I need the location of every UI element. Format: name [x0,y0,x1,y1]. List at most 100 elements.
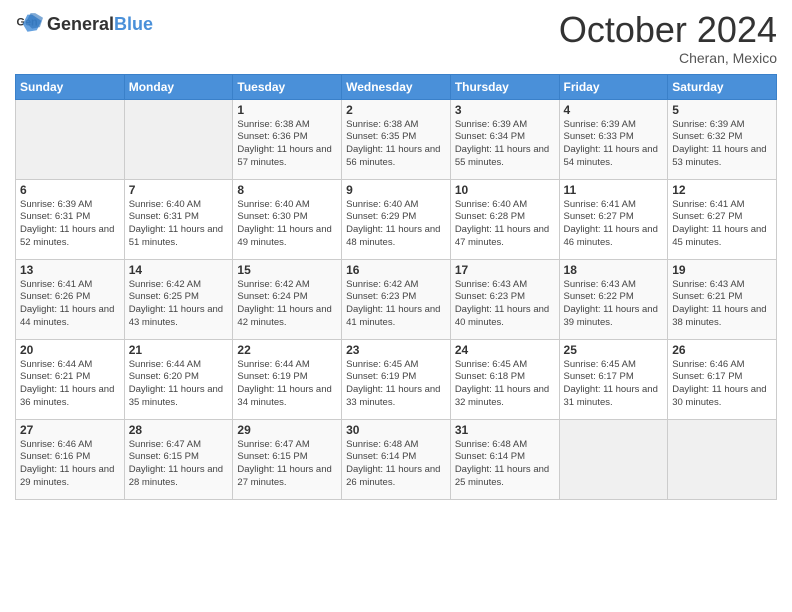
calendar-cell: 23 Sunrise: 6:45 AMSunset: 6:19 PMDayligh… [342,339,451,419]
day-info: Sunrise: 6:48 AMSunset: 6:14 PMDaylight:… [455,439,555,490]
calendar-week-row: 13 Sunrise: 6:41 AMSunset: 6:26 PMDayligh… [16,259,777,339]
day-info: Sunrise: 6:42 AMSunset: 6:24 PMDaylight:… [237,279,337,330]
day-info: Sunrise: 6:45 AMSunset: 6:18 PMDaylight:… [455,359,555,410]
calendar-cell: 4 Sunrise: 6:39 AMSunset: 6:33 PMDaylight… [559,99,668,179]
calendar-cell: 11 Sunrise: 6:41 AMSunset: 6:27 PMDayligh… [559,179,668,259]
day-number: 6 [20,183,120,197]
day-number: 8 [237,183,337,197]
calendar-cell [124,99,233,179]
calendar-cell: 5 Sunrise: 6:39 AMSunset: 6:32 PMDaylight… [668,99,777,179]
day-header-wednesday: Wednesday [342,74,451,99]
calendar-week-row: 1 Sunrise: 6:38 AMSunset: 6:36 PMDaylight… [16,99,777,179]
day-info: Sunrise: 6:39 AMSunset: 6:32 PMDaylight:… [672,119,772,170]
calendar-cell: 30Sunrise: 6:48 AMSunset: 6:14 PMDayligh… [342,419,451,499]
day-info: Sunrise: 6:46 AMSunset: 6:16 PMDaylight:… [20,439,120,490]
day-number: 27 [20,423,120,437]
day-number: 31 [455,423,555,437]
day-number: 20 [20,343,120,357]
day-info: Sunrise: 6:45 AMSunset: 6:17 PMDaylight:… [564,359,664,410]
day-info: Sunrise: 6:41 AMSunset: 6:27 PMDaylight:… [672,199,772,250]
calendar-cell: 25Sunrise: 6:45 AMSunset: 6:17 PMDayligh… [559,339,668,419]
day-info: Sunrise: 6:38 AMSunset: 6:35 PMDaylight:… [346,119,446,170]
day-info: Sunrise: 6:45 AMSunset: 6:19 PMDaylight:… [346,359,446,410]
day-header-monday: Monday [124,74,233,99]
day-info: Sunrise: 6:43 AMSunset: 6:23 PMDaylight:… [455,279,555,330]
day-number: 5 [672,103,772,117]
day-number: 21 [129,343,229,357]
calendar-cell: 19 Sunrise: 6:43 AMSunset: 6:21 PMDayligh… [668,259,777,339]
day-info: Sunrise: 6:47 AMSunset: 6:15 PMDaylight:… [237,439,337,490]
day-info: Sunrise: 6:41 AMSunset: 6:27 PMDaylight:… [564,199,664,250]
calendar-cell: 3 Sunrise: 6:39 AMSunset: 6:34 PMDaylight… [450,99,559,179]
calendar-table: SundayMondayTuesdayWednesdayThursdayFrid… [15,74,777,500]
day-header-saturday: Saturday [668,74,777,99]
day-number: 9 [346,183,446,197]
logo-general: GeneralBlue [47,15,153,33]
day-info: Sunrise: 6:41 AMSunset: 6:26 PMDaylight:… [20,279,120,330]
day-header-friday: Friday [559,74,668,99]
day-info: Sunrise: 6:43 AMSunset: 6:22 PMDaylight:… [564,279,664,330]
calendar-cell: 31 Sunrise: 6:48 AMSunset: 6:14 PMDayligh… [450,419,559,499]
calendar-header-row: SundayMondayTuesdayWednesdayThursdayFrid… [16,74,777,99]
calendar-cell: 2 Sunrise: 6:38 AMSunset: 6:35 PMDaylight… [342,99,451,179]
calendar-cell: 9 Sunrise: 6:40 AMSunset: 6:29 PMDaylight… [342,179,451,259]
day-number: 13 [20,263,120,277]
day-info: Sunrise: 6:44 AMSunset: 6:21 PMDaylight:… [20,359,120,410]
calendar-week-row: 20 Sunrise: 6:44 AMSunset: 6:21 PMDayligh… [16,339,777,419]
day-number: 14 [129,263,229,277]
calendar-cell: 18 Sunrise: 6:43 AMSunset: 6:22 PMDayligh… [559,259,668,339]
calendar-cell: 27 Sunrise: 6:46 AMSunset: 6:16 PMDayligh… [16,419,125,499]
day-number: 15 [237,263,337,277]
day-number: 12 [672,183,772,197]
day-number: 24 [455,343,555,357]
day-number: 23 [346,343,446,357]
day-info: Sunrise: 6:39 AMSunset: 6:33 PMDaylight:… [564,119,664,170]
calendar-cell: 8 Sunrise: 6:40 AMSunset: 6:30 PMDaylight… [233,179,342,259]
calendar-cell: 6Sunrise: 6:39 AMSunset: 6:31 PMDaylight… [16,179,125,259]
calendar-cell: 10Sunrise: 6:40 AMSunset: 6:28 PMDayligh… [450,179,559,259]
calendar-cell: 16Sunrise: 6:42 AMSunset: 6:23 PMDayligh… [342,259,451,339]
calendar-cell: 15 Sunrise: 6:42 AMSunset: 6:24 PMDayligh… [233,259,342,339]
page: Gen GeneralBlue October 2024 Cheran, Mex… [0,0,792,612]
day-number: 4 [564,103,664,117]
day-number: 18 [564,263,664,277]
day-header-thursday: Thursday [450,74,559,99]
day-info: Sunrise: 6:42 AMSunset: 6:25 PMDaylight:… [129,279,229,330]
day-number: 1 [237,103,337,117]
calendar-cell: 14 Sunrise: 6:42 AMSunset: 6:25 PMDayligh… [124,259,233,339]
calendar-cell: 22Sunrise: 6:44 AMSunset: 6:19 PMDayligh… [233,339,342,419]
day-header-tuesday: Tuesday [233,74,342,99]
logo-icon: Gen [15,10,43,38]
day-number: 11 [564,183,664,197]
calendar-cell [559,419,668,499]
calendar-cell: 29 Sunrise: 6:47 AMSunset: 6:15 PMDayligh… [233,419,342,499]
day-number: 28 [129,423,229,437]
calendar-cell: 1 Sunrise: 6:38 AMSunset: 6:36 PMDaylight… [233,99,342,179]
calendar-cell: 26Sunrise: 6:46 AMSunset: 6:17 PMDayligh… [668,339,777,419]
day-number: 3 [455,103,555,117]
day-info: Sunrise: 6:40 AMSunset: 6:29 PMDaylight:… [346,199,446,250]
day-number: 29 [237,423,337,437]
day-info: Sunrise: 6:43 AMSunset: 6:21 PMDaylight:… [672,279,772,330]
day-info: Sunrise: 6:44 AMSunset: 6:20 PMDaylight:… [129,359,229,410]
day-info: Sunrise: 6:39 AMSunset: 6:34 PMDaylight:… [455,119,555,170]
calendar-cell: 20 Sunrise: 6:44 AMSunset: 6:21 PMDayligh… [16,339,125,419]
day-number: 22 [237,343,337,357]
day-number: 17 [455,263,555,277]
day-header-sunday: Sunday [16,74,125,99]
calendar-week-row: 6Sunrise: 6:39 AMSunset: 6:31 PMDaylight… [16,179,777,259]
day-number: 2 [346,103,446,117]
day-info: Sunrise: 6:46 AMSunset: 6:17 PMDaylight:… [672,359,772,410]
day-info: Sunrise: 6:40 AMSunset: 6:30 PMDaylight:… [237,199,337,250]
header: Gen GeneralBlue October 2024 Cheran, Mex… [15,10,777,66]
day-info: Sunrise: 6:38 AMSunset: 6:36 PMDaylight:… [237,119,337,170]
calendar-cell: 12 Sunrise: 6:41 AMSunset: 6:27 PMDayligh… [668,179,777,259]
logo: Gen GeneralBlue [15,10,153,38]
calendar-cell: 24 Sunrise: 6:45 AMSunset: 6:18 PMDayligh… [450,339,559,419]
calendar-cell [16,99,125,179]
location-title: Cheran, Mexico [559,50,777,66]
calendar-cell: 21 Sunrise: 6:44 AMSunset: 6:20 PMDayligh… [124,339,233,419]
month-title: October 2024 [559,10,777,50]
day-number: 10 [455,183,555,197]
day-number: 19 [672,263,772,277]
